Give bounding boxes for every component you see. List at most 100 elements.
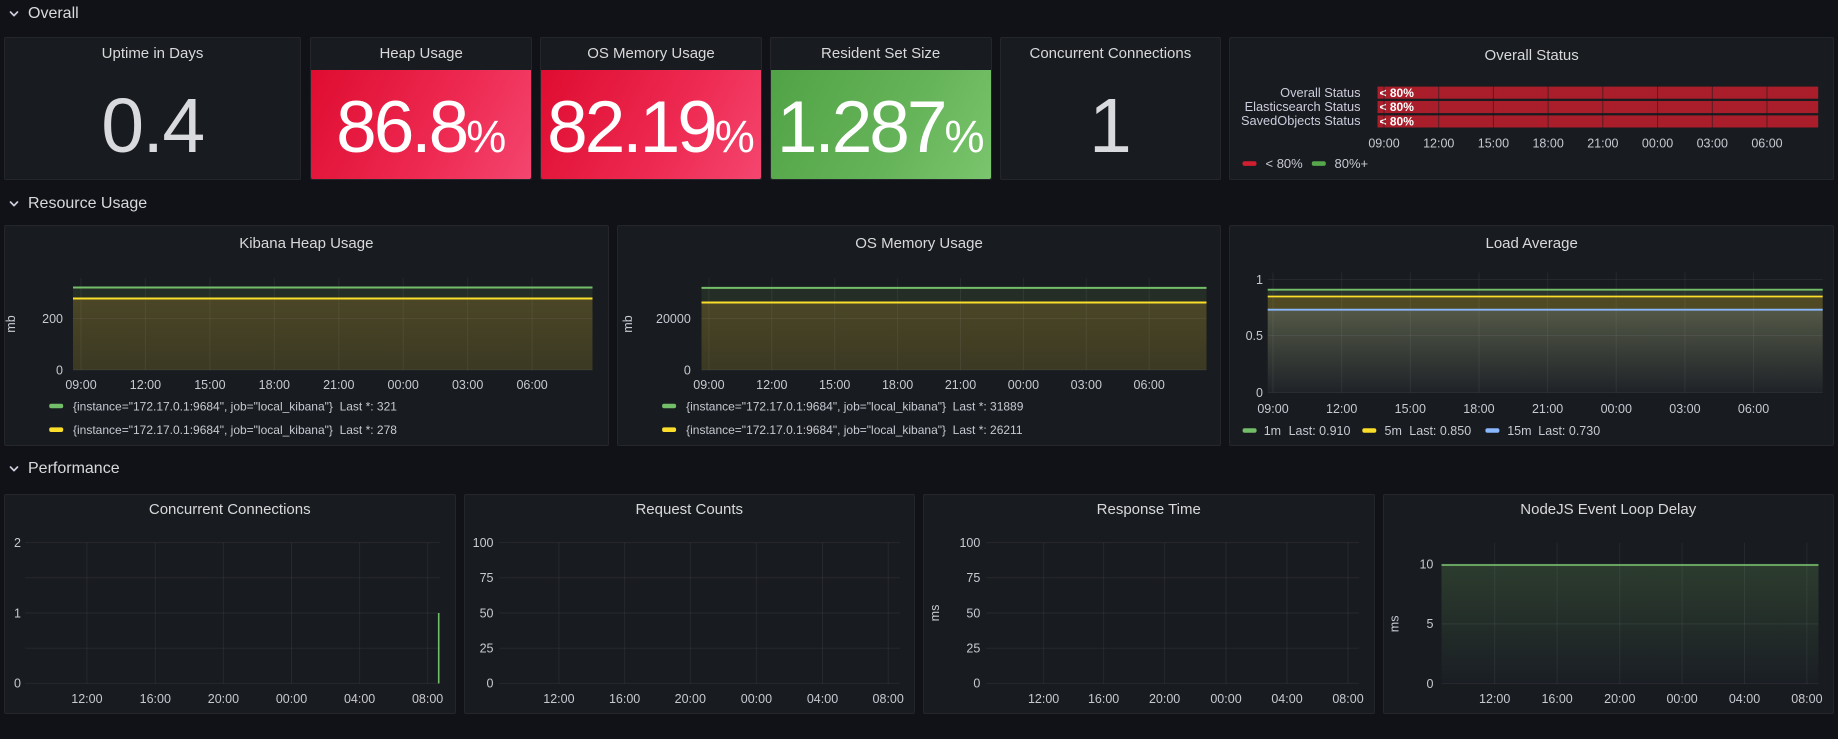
svg-text:09:00: 09:00 [1369, 137, 1400, 151]
svg-text:12:00: 12:00 [756, 377, 787, 391]
svg-text:20000: 20000 [656, 311, 691, 325]
svg-text:5: 5 [1426, 618, 1433, 632]
svg-text:16:00: 16:00 [1088, 692, 1119, 706]
svg-text:12:00: 12:00 [130, 377, 161, 391]
svg-text:04:00: 04:00 [1728, 692, 1759, 706]
svg-text:08:00: 08:00 [1332, 692, 1363, 706]
svg-text:100: 100 [472, 536, 493, 550]
svg-text:04:00: 04:00 [806, 692, 837, 706]
svg-text:16:00: 16:00 [608, 692, 639, 706]
svg-text:21:00: 21:00 [945, 377, 976, 391]
svg-text:15:00: 15:00 [194, 377, 225, 391]
svg-text:00:00: 00:00 [1210, 692, 1241, 706]
svg-text:< 80%: < 80% [1266, 156, 1304, 171]
svg-text:5m: 5m [1385, 423, 1402, 437]
svg-text:SavedObjects Status: SavedObjects Status [1241, 113, 1361, 128]
svg-text:50: 50 [479, 607, 493, 621]
svg-text:{instance="172.17.0.1:9684", j: {instance="172.17.0.1:9684", job="local_… [73, 399, 397, 413]
svg-text:00:00: 00:00 [388, 377, 419, 391]
svg-text:< 80%: < 80% [1380, 100, 1415, 114]
svg-text:21:00: 21:00 [323, 377, 354, 391]
svg-text:15:00: 15:00 [1478, 137, 1509, 151]
svg-text:75: 75 [966, 571, 980, 585]
svg-text:00:00: 00:00 [1666, 692, 1697, 706]
svg-text:09:00: 09:00 [693, 377, 724, 391]
svg-text:25: 25 [966, 642, 980, 656]
svg-text:mb: mb [621, 315, 635, 332]
svg-text:06:00: 06:00 [1752, 137, 1783, 151]
svg-text:09:00: 09:00 [65, 377, 96, 391]
svg-text:< 80%: < 80% [1380, 115, 1415, 129]
svg-text:03:00: 03:00 [1697, 137, 1728, 151]
svg-text:06:00: 06:00 [516, 377, 547, 391]
svg-text:16:00: 16:00 [1541, 692, 1572, 706]
svg-text:12:00: 12:00 [543, 692, 574, 706]
svg-text:18:00: 18:00 [259, 377, 290, 391]
svg-text:Last: 0.850: Last: 0.850 [1410, 423, 1472, 437]
svg-text:20:00: 20:00 [208, 692, 239, 706]
svg-text:25: 25 [479, 642, 493, 656]
svg-text:04:00: 04:00 [1271, 692, 1302, 706]
svg-text:Overall Status: Overall Status [1280, 85, 1360, 100]
svg-text:0: 0 [56, 363, 63, 377]
svg-text:18:00: 18:00 [1464, 401, 1495, 415]
svg-text:10: 10 [1419, 558, 1433, 572]
svg-text:80%+: 80%+ [1335, 156, 1369, 171]
svg-text:00:00: 00:00 [1642, 137, 1673, 151]
svg-text:06:00: 06:00 [1133, 377, 1164, 391]
svg-text:12:00: 12:00 [1028, 692, 1059, 706]
svg-text:0: 0 [1426, 677, 1433, 691]
svg-text:18:00: 18:00 [882, 377, 913, 391]
svg-text:0: 0 [973, 677, 980, 691]
svg-text:03:00: 03:00 [1070, 377, 1101, 391]
svg-text:08:00: 08:00 [872, 692, 903, 706]
svg-text:0: 0 [14, 677, 21, 691]
svg-text:1: 1 [1256, 272, 1263, 286]
svg-text:21:00: 21:00 [1587, 137, 1618, 151]
svg-text:20:00: 20:00 [1604, 692, 1635, 706]
svg-text:06:00: 06:00 [1738, 401, 1769, 415]
svg-text:15:00: 15:00 [1395, 401, 1426, 415]
svg-text:12:00: 12:00 [1326, 401, 1357, 415]
svg-text:12:00: 12:00 [1479, 692, 1510, 706]
svg-text:08:00: 08:00 [1791, 692, 1822, 706]
svg-text:Elasticsearch Status: Elasticsearch Status [1245, 99, 1361, 114]
svg-text:200: 200 [42, 311, 63, 325]
svg-text:{instance="172.17.0.1:9684", j: {instance="172.17.0.1:9684", job="local_… [686, 423, 1023, 437]
svg-text:15m: 15m [1507, 423, 1531, 437]
svg-text:20:00: 20:00 [674, 692, 705, 706]
svg-text:21:00: 21:00 [1532, 401, 1563, 415]
svg-text:16:00: 16:00 [140, 692, 171, 706]
svg-text:0.5: 0.5 [1246, 328, 1263, 342]
svg-text:00:00: 00:00 [1007, 377, 1038, 391]
svg-text:20:00: 20:00 [1149, 692, 1180, 706]
svg-text:00:00: 00:00 [1601, 401, 1632, 415]
svg-text:75: 75 [479, 571, 493, 585]
svg-text:04:00: 04:00 [344, 692, 375, 706]
svg-text:09:00: 09:00 [1258, 401, 1289, 415]
svg-text:< 80%: < 80% [1380, 86, 1415, 100]
svg-text:0: 0 [1256, 385, 1263, 399]
svg-text:{instance="172.17.0.1:9684", j: {instance="172.17.0.1:9684", job="local_… [73, 423, 397, 437]
svg-text:{instance="172.17.0.1:9684", j: {instance="172.17.0.1:9684", job="local_… [686, 399, 1024, 413]
svg-text:100: 100 [959, 536, 980, 550]
svg-text:12:00: 12:00 [71, 692, 102, 706]
svg-text:0: 0 [684, 363, 691, 377]
svg-text:1m: 1m [1264, 423, 1281, 437]
svg-text:0: 0 [486, 677, 493, 691]
svg-text:00:00: 00:00 [276, 692, 307, 706]
svg-text:ms: ms [1387, 616, 1401, 633]
svg-text:50: 50 [966, 607, 980, 621]
svg-text:ms: ms [928, 605, 942, 622]
svg-text:12:00: 12:00 [1423, 137, 1454, 151]
svg-text:1: 1 [14, 607, 21, 621]
svg-text:Last: 0.730: Last: 0.730 [1539, 423, 1601, 437]
svg-text:18:00: 18:00 [1533, 137, 1564, 151]
svg-text:00:00: 00:00 [740, 692, 771, 706]
svg-text:2: 2 [14, 536, 21, 550]
svg-text:03:00: 03:00 [452, 377, 483, 391]
svg-text:03:00: 03:00 [1670, 401, 1701, 415]
svg-text:mb: mb [5, 315, 18, 332]
svg-text:15:00: 15:00 [819, 377, 850, 391]
svg-text:Last: 0.910: Last: 0.910 [1289, 423, 1351, 437]
